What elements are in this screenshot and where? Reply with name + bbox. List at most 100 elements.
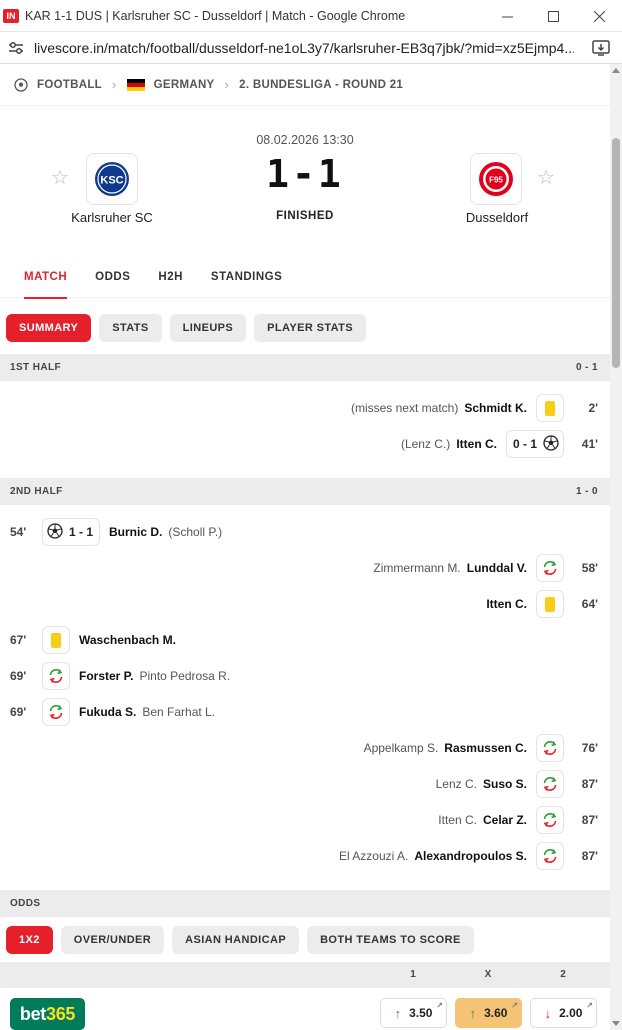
subtab-stats[interactable]: STATS bbox=[99, 314, 162, 342]
player-out[interactable]: Zimmermann M. bbox=[373, 561, 460, 575]
second-half-score: 1 - 0 bbox=[575, 486, 598, 497]
tab-match[interactable]: MATCH bbox=[24, 256, 68, 299]
substitution-icon bbox=[536, 734, 564, 762]
market-1x2[interactable]: 1X2 bbox=[6, 926, 53, 954]
player-in[interactable]: Alexandropoulos S. bbox=[414, 849, 527, 863]
address-bar[interactable]: livescore.in/match/football/dusseldorf-n… bbox=[0, 32, 622, 64]
incident-minute: 58' bbox=[581, 561, 598, 575]
player-in[interactable]: Forster P. bbox=[79, 669, 133, 683]
incident-row: 69' Fukuda S. Ben Farhat L. bbox=[0, 694, 610, 730]
goal-score-box: 1 - 1 bbox=[42, 518, 101, 546]
germany-flag-icon bbox=[126, 78, 145, 91]
market-both-teams-to-score[interactable]: BOTH TEAMS TO SCORE bbox=[307, 926, 474, 954]
player-out[interactable]: Appelkamp S. bbox=[364, 741, 439, 755]
soccer-ball-icon bbox=[14, 77, 28, 92]
soccer-ball-icon bbox=[543, 434, 559, 454]
incident-player[interactable]: Burnic D. bbox=[109, 525, 162, 539]
incident-row: Itten C. Celar Z. 87' bbox=[0, 802, 610, 838]
page-scrollbar[interactable] bbox=[610, 64, 622, 1030]
window-controls bbox=[484, 0, 622, 32]
incident-assist: (Lenz C.) bbox=[400, 437, 451, 451]
goal-score: 1 - 1 bbox=[69, 525, 94, 539]
incident-minute: 2' bbox=[588, 401, 598, 415]
second-half-label: 2ND HALF bbox=[10, 486, 63, 497]
close-icon[interactable] bbox=[576, 0, 622, 32]
odds-col-draw: X bbox=[484, 969, 492, 980]
incident-minute: 69' bbox=[10, 705, 27, 719]
subtab-lineups[interactable]: LINEUPS bbox=[169, 314, 247, 342]
market-asian-handicap[interactable]: ASIAN HANDICAP bbox=[172, 926, 300, 954]
player-in[interactable]: Lunddal V. bbox=[467, 561, 527, 575]
substitution-icon bbox=[536, 842, 564, 870]
tab-standings[interactable]: STANDINGS bbox=[211, 256, 282, 298]
incident-minute: 54' bbox=[10, 525, 27, 539]
incident-minute: 69' bbox=[10, 669, 27, 683]
tab-odds[interactable]: ODDS bbox=[95, 256, 130, 298]
incident-row: 54' 1 - 1 Burnic D. (Scholl P.) bbox=[0, 514, 610, 550]
scrollbar-thumb[interactable] bbox=[612, 138, 620, 368]
summary-subtabs: SUMMARY STATS LINEUPS PLAYER STATS bbox=[6, 314, 374, 342]
url-text[interactable]: livescore.in/match/football/dusseldorf-n… bbox=[34, 40, 574, 56]
away-team-name[interactable]: Dusseldorf bbox=[427, 210, 567, 225]
scroll-down-icon[interactable] bbox=[612, 1021, 620, 1026]
subtab-player-stats[interactable]: PLAYER STATS bbox=[254, 314, 367, 342]
scroll-up-icon[interactable] bbox=[612, 68, 620, 73]
favorite-star-icon[interactable]: ☆ bbox=[536, 168, 556, 188]
incident-row: 69' Forster P. Pinto Pedrosa R. bbox=[0, 658, 610, 694]
away-team-logo[interactable]: F95 bbox=[470, 153, 522, 205]
incident-player[interactable]: Waschenbach M. bbox=[79, 633, 176, 647]
yellow-card-icon bbox=[536, 590, 564, 618]
incident-player[interactable]: Itten C. bbox=[486, 597, 527, 611]
incident-row: 67' Waschenbach M. bbox=[0, 622, 610, 658]
goal-score-box: 0 - 1 bbox=[505, 430, 564, 458]
breadcrumb-country[interactable]: GERMANY bbox=[154, 79, 215, 91]
odds-header: ODDS bbox=[0, 890, 610, 917]
external-link-icon: ↗ bbox=[511, 1001, 518, 1010]
player-out[interactable]: Ben Farhat L. bbox=[142, 705, 215, 719]
first-half-label: 1ST HALF bbox=[10, 362, 61, 373]
subtab-summary[interactable]: SUMMARY bbox=[6, 314, 92, 342]
first-half-score: 0 - 1 bbox=[575, 362, 598, 373]
yellow-card-icon bbox=[42, 626, 70, 654]
window-title: KAR 1-1 DUS | Karlsruher SC - Dusseldorf… bbox=[25, 8, 406, 23]
odd-home-button[interactable]: ↑ 3.50 ↗ bbox=[380, 998, 447, 1028]
install-app-icon[interactable] bbox=[592, 40, 610, 56]
player-out[interactable]: Itten C. bbox=[438, 813, 477, 827]
substitution-icon bbox=[536, 554, 564, 582]
odd-value: 2.00 bbox=[559, 1006, 583, 1020]
yellow-card-icon bbox=[536, 394, 564, 422]
player-out[interactable]: Pinto Pedrosa R. bbox=[139, 669, 230, 683]
breadcrumb-sport[interactable]: FOOTBALL bbox=[37, 79, 102, 91]
odds-col-home: 1 bbox=[410, 969, 416, 980]
bet365-logo[interactable]: bet 365 bbox=[10, 998, 85, 1030]
player-out[interactable]: El Azzouzi A. bbox=[339, 849, 408, 863]
incident-row: Appelkamp S. Rasmussen C. 76' bbox=[0, 730, 610, 766]
odds-columns-header: 1 X 2 bbox=[0, 962, 610, 988]
odd-away-button[interactable]: ↓ 2.00 ↗ bbox=[530, 998, 597, 1028]
away-logo-text: F95 bbox=[489, 176, 503, 185]
page-content: FOOTBALL › GERMANY › 2. BUNDESLIGA - ROU… bbox=[0, 64, 610, 1030]
maximize-icon[interactable] bbox=[530, 0, 576, 32]
odd-draw-button[interactable]: ↑ 3.60 ↗ bbox=[455, 998, 522, 1028]
site-settings-icon[interactable] bbox=[8, 40, 24, 56]
arrow-up-icon: ↑ bbox=[394, 1005, 402, 1021]
match-header: ☆ KSC Karlsruher SC 08.02.2026 13:30 1-1… bbox=[0, 106, 610, 256]
market-over-under[interactable]: OVER/UNDER bbox=[60, 926, 165, 954]
breadcrumb-league[interactable]: 2. BUNDESLIGA - ROUND 21 bbox=[239, 79, 403, 91]
player-in[interactable]: Fukuda S. bbox=[79, 705, 136, 719]
incident-player[interactable]: Schmidt K. bbox=[464, 401, 527, 415]
incident-assist: (Scholl P.) bbox=[168, 525, 223, 539]
player-in[interactable]: Celar Z. bbox=[483, 813, 527, 827]
match-datetime: 08.02.2026 13:30 bbox=[256, 133, 354, 147]
tab-h2h[interactable]: H2H bbox=[158, 256, 183, 298]
minimize-icon[interactable] bbox=[484, 0, 530, 32]
player-out[interactable]: Lenz C. bbox=[436, 777, 477, 791]
second-half-header: 2ND HALF 1 - 0 bbox=[0, 478, 610, 505]
odds-market-chips: 1X2 OVER/UNDER ASIAN HANDICAP BOTH TEAMS… bbox=[6, 926, 482, 954]
soccer-ball-icon bbox=[47, 522, 63, 542]
player-in[interactable]: Rasmussen C. bbox=[444, 741, 527, 755]
incident-player[interactable]: Itten C. bbox=[456, 437, 497, 451]
incident-minute: 67' bbox=[10, 633, 27, 647]
incident-row: (misses next match) Schmidt K. 2' bbox=[0, 390, 610, 426]
player-in[interactable]: Suso S. bbox=[483, 777, 527, 791]
